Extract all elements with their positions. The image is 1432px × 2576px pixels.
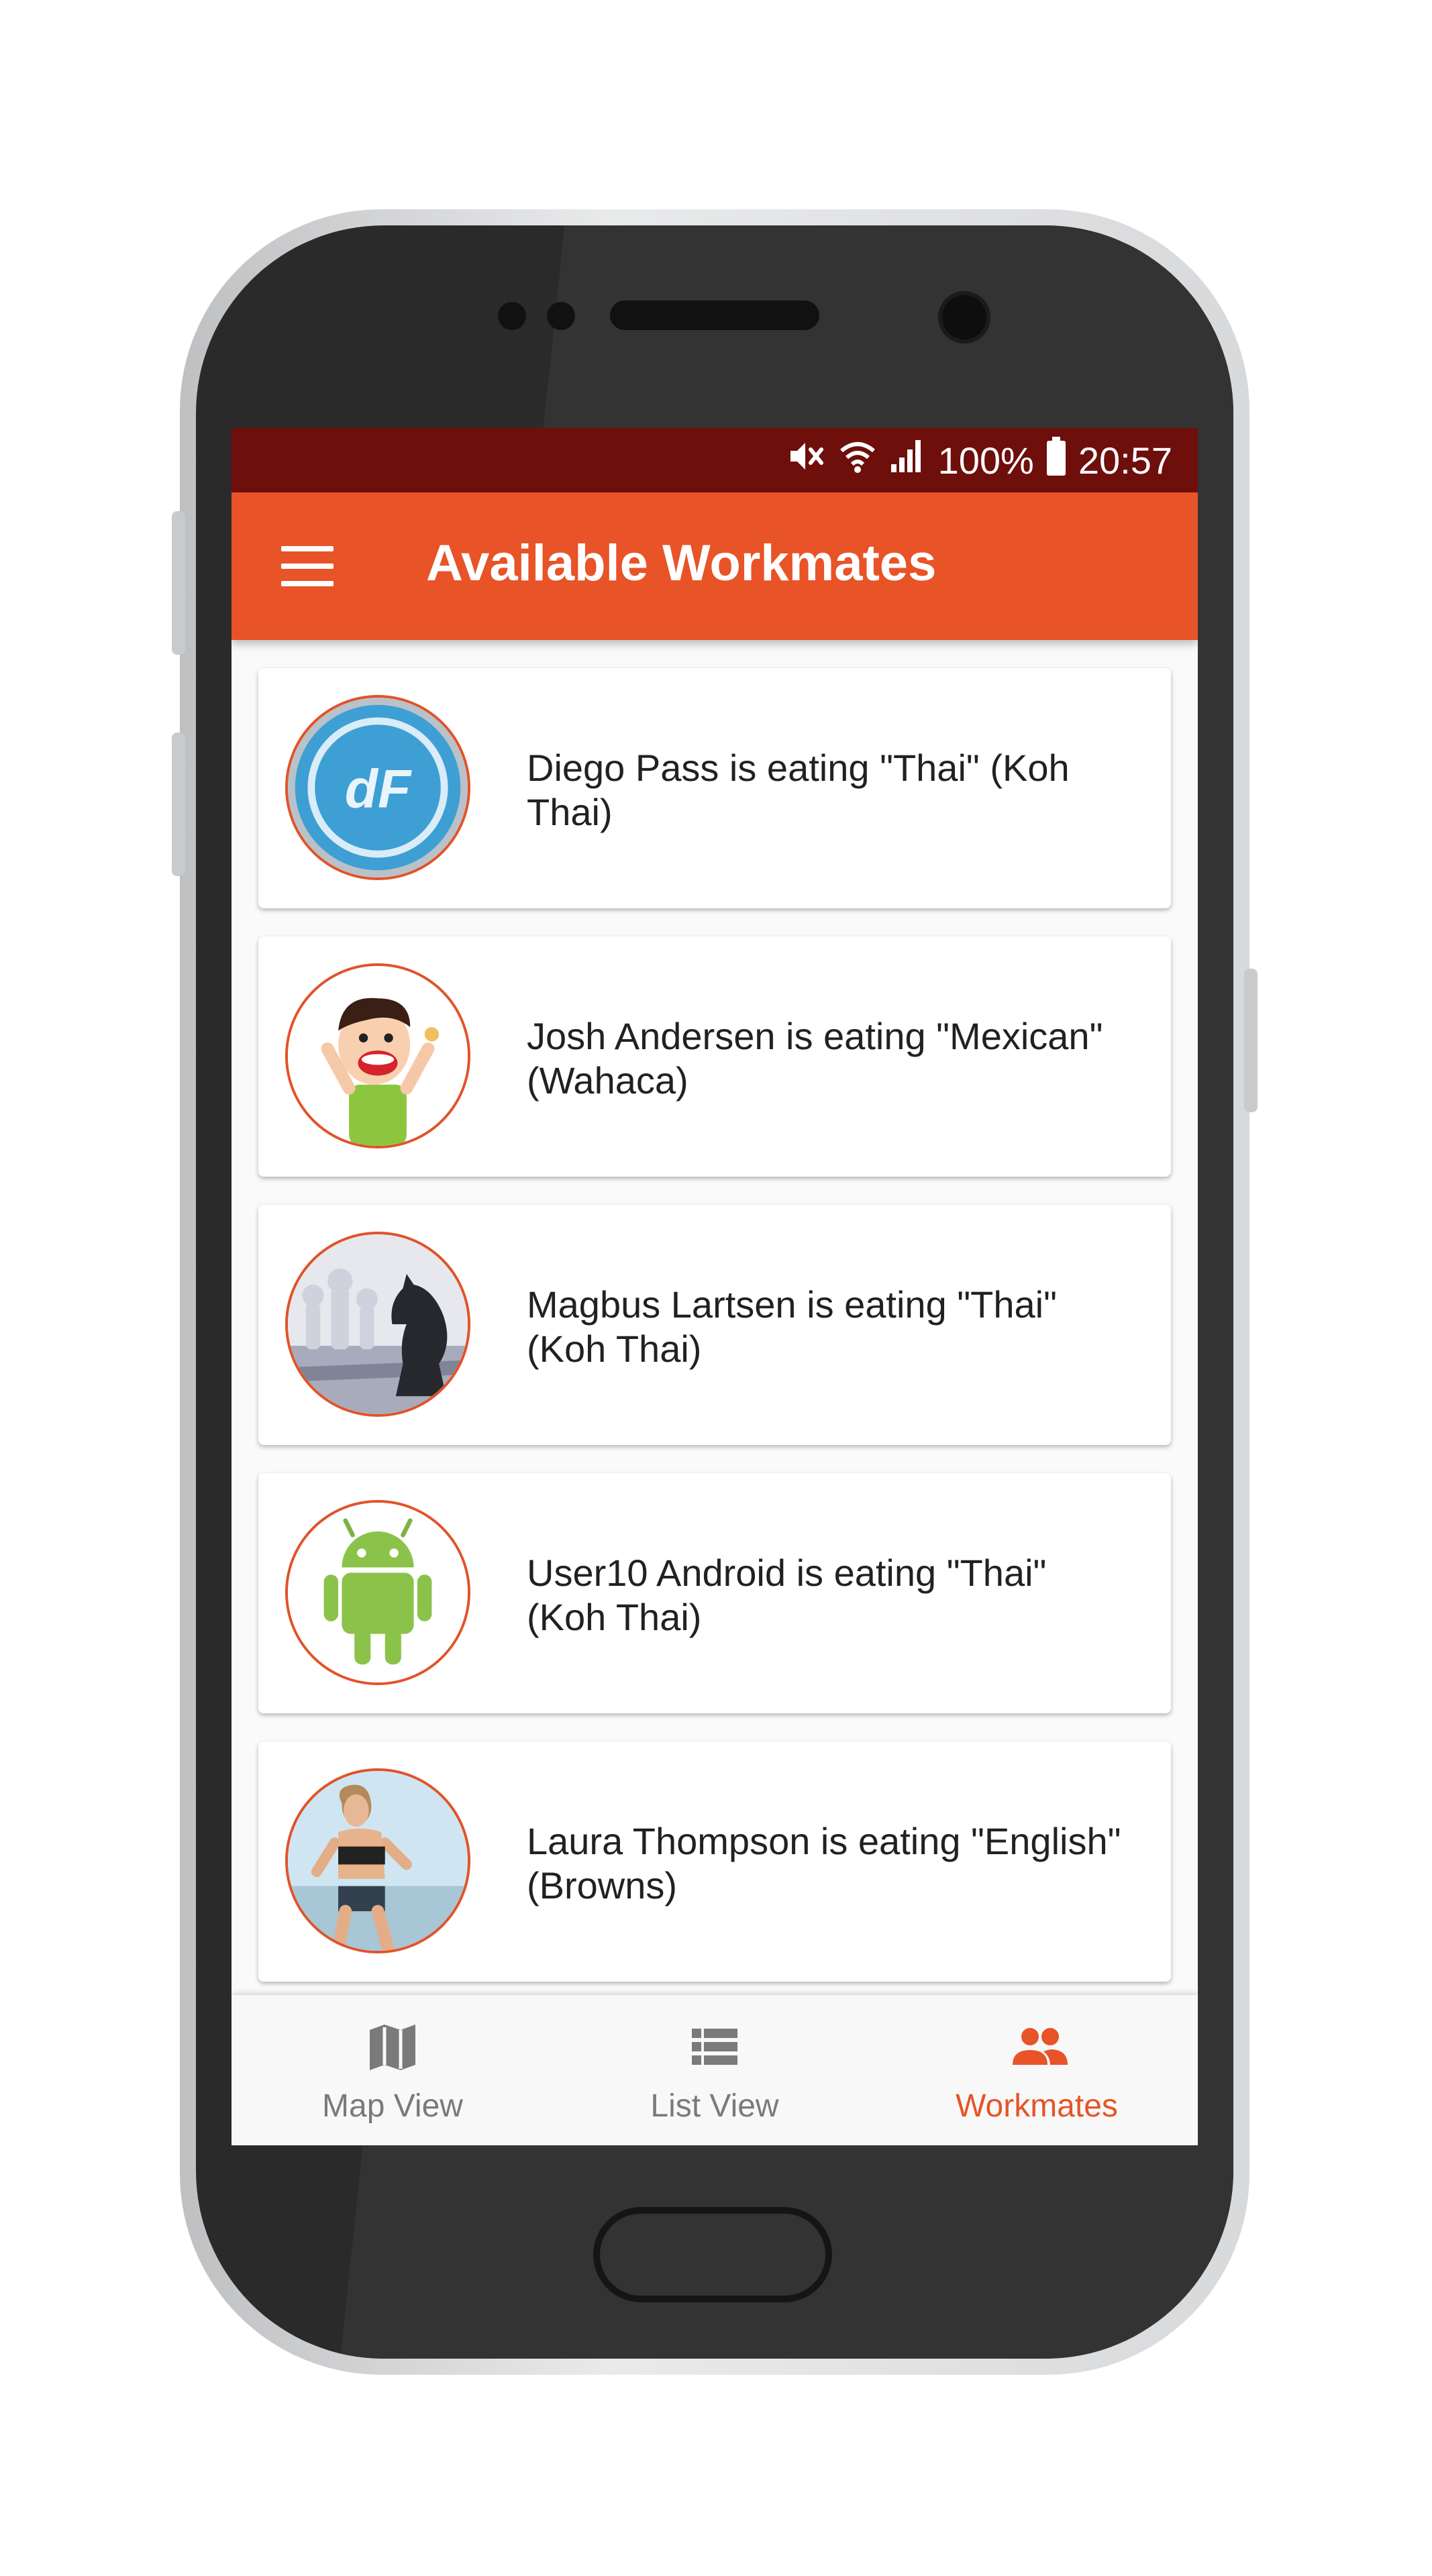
workmate-status: Diego Pass is eating "Thai" (Koh Thai) [527,747,1070,833]
status-bar: 100% 20:57 [232,428,1198,492]
nav-list-view[interactable]: List View [554,1995,876,2145]
svg-text:dF: dF [345,759,412,819]
stage: 100% 20:57 Available Workmates dF Diego … [0,0,1432,2576]
earpiece-speaker [610,301,819,330]
screen: 100% 20:57 Available Workmates dF Diego … [232,428,1198,2145]
mute-icon [788,437,827,484]
workmate-card[interactable]: Josh Andersen is eating "Mexican" (Wahac… [258,936,1171,1177]
avatar [285,1768,470,1953]
front-camera [938,291,990,343]
workmate-card[interactable]: Magbus Lartsen is eating "Thai" (Koh Tha… [258,1205,1171,1445]
nav-map-view[interactable]: Map View [232,1995,554,2145]
chess-pieces-icon [288,1234,468,1414]
nav-workmates[interactable]: Workmates [876,1995,1198,2145]
workmate-card[interactable]: Laura Thompson is eating "English" (Brow… [258,1741,1171,1982]
clock: 20:57 [1078,439,1172,482]
list-icon [688,2021,741,2074]
wifi-icon [839,437,876,484]
df-logo-icon: dF [288,698,468,877]
people-icon [1010,2021,1068,2074]
android-robot-icon [288,1503,468,1682]
avatar: dF [285,695,470,880]
workmate-card[interactable]: dF Diego Pass is eating "Thai" (Koh Thai… [258,668,1171,908]
app-bar: Available Workmates [232,492,1198,640]
cartoon-boy-icon [288,966,468,1146]
avatar [285,1500,470,1685]
menu-icon[interactable] [281,546,334,586]
volume-up-button [172,511,185,655]
runner-woman-icon [288,1771,468,1951]
sensor-dot [498,302,526,330]
status-icons: 100% 20:57 [788,428,1172,492]
volume-down-button [172,733,185,876]
avatar [285,1232,470,1417]
avatar [285,963,470,1148]
workmate-card[interactable]: User10 Android is eating "Thai" (Koh Tha… [258,1473,1171,1713]
bottom-navigation: Map View List View Workmates [232,1995,1198,2145]
workmate-status: User10 Android is eating "Thai" (Koh Tha… [527,1552,1047,1638]
battery-icon [1046,436,1066,484]
home-button[interactable] [593,2207,832,2302]
nav-label: Map View [322,2088,463,2124]
signal-icon [888,437,926,484]
nav-label: Workmates [956,2088,1118,2124]
map-icon [366,2021,419,2074]
workmate-status: Magbus Lartsen is eating "Thai" (Koh Tha… [527,1283,1057,1370]
power-button [1244,969,1258,1112]
workmate-status: Laura Thompson is eating "English" (Brow… [527,1820,1121,1907]
sensor-dot [547,302,575,330]
workmate-status: Josh Andersen is eating "Mexican" (Wahac… [527,1015,1103,1102]
page-title: Available Workmates [426,535,937,592]
nav-label: List View [650,2088,779,2124]
battery-percent: 100% [937,439,1034,482]
